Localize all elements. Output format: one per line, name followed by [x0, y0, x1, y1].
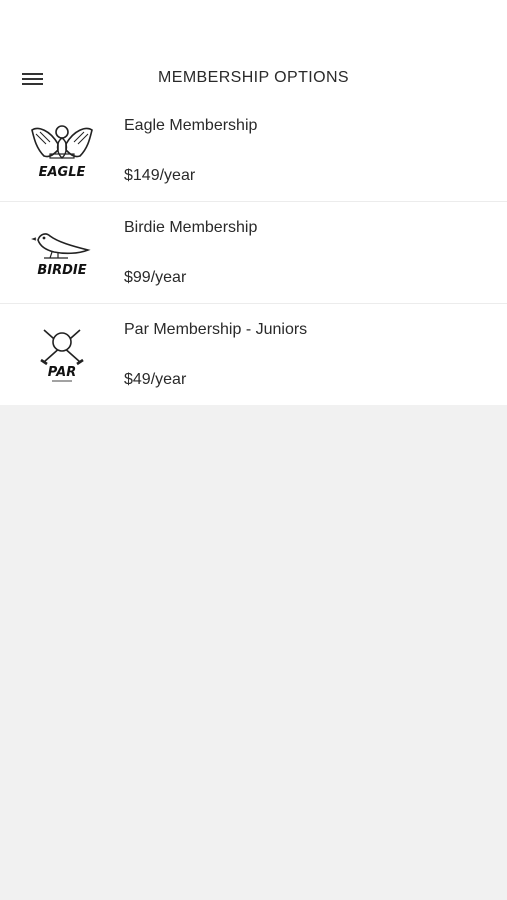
membership-item-par[interactable]: PAR Par Membership - Juniors $49/year: [0, 304, 507, 405]
membership-price: $49/year: [124, 371, 187, 388]
eagle-logo-text: EAGLE: [39, 165, 86, 180]
par-logo-icon: PAR: [24, 318, 100, 390]
membership-price: $149/year: [124, 167, 196, 184]
membership-item-birdie[interactable]: BIRDIE Birdie Membership $99/year: [0, 202, 507, 304]
top-app-bar: MEMBERSHIP OPTIONS: [0, 0, 507, 105]
eagle-logo-icon: EAGLE: [24, 114, 100, 186]
page-title: MEMBERSHIP OPTIONS: [158, 69, 349, 86]
membership-name: Par Membership - Juniors: [124, 321, 308, 338]
membership-screen: MEMBERSHIP OPTIONS EAGLE Eagle Membershi…: [0, 0, 507, 900]
membership-list: EAGLE Eagle Membership $149/year BIRDIE …: [0, 100, 507, 405]
par-logo-text: PAR: [48, 365, 76, 380]
membership-name: Birdie Membership: [124, 219, 258, 236]
membership-name: Eagle Membership: [124, 117, 258, 134]
membership-item-eagle[interactable]: EAGLE Eagle Membership $149/year: [0, 100, 507, 202]
birdie-logo-icon: BIRDIE: [24, 216, 100, 288]
birdie-logo-text: BIRDIE: [37, 263, 86, 278]
membership-price: $99/year: [124, 269, 187, 286]
